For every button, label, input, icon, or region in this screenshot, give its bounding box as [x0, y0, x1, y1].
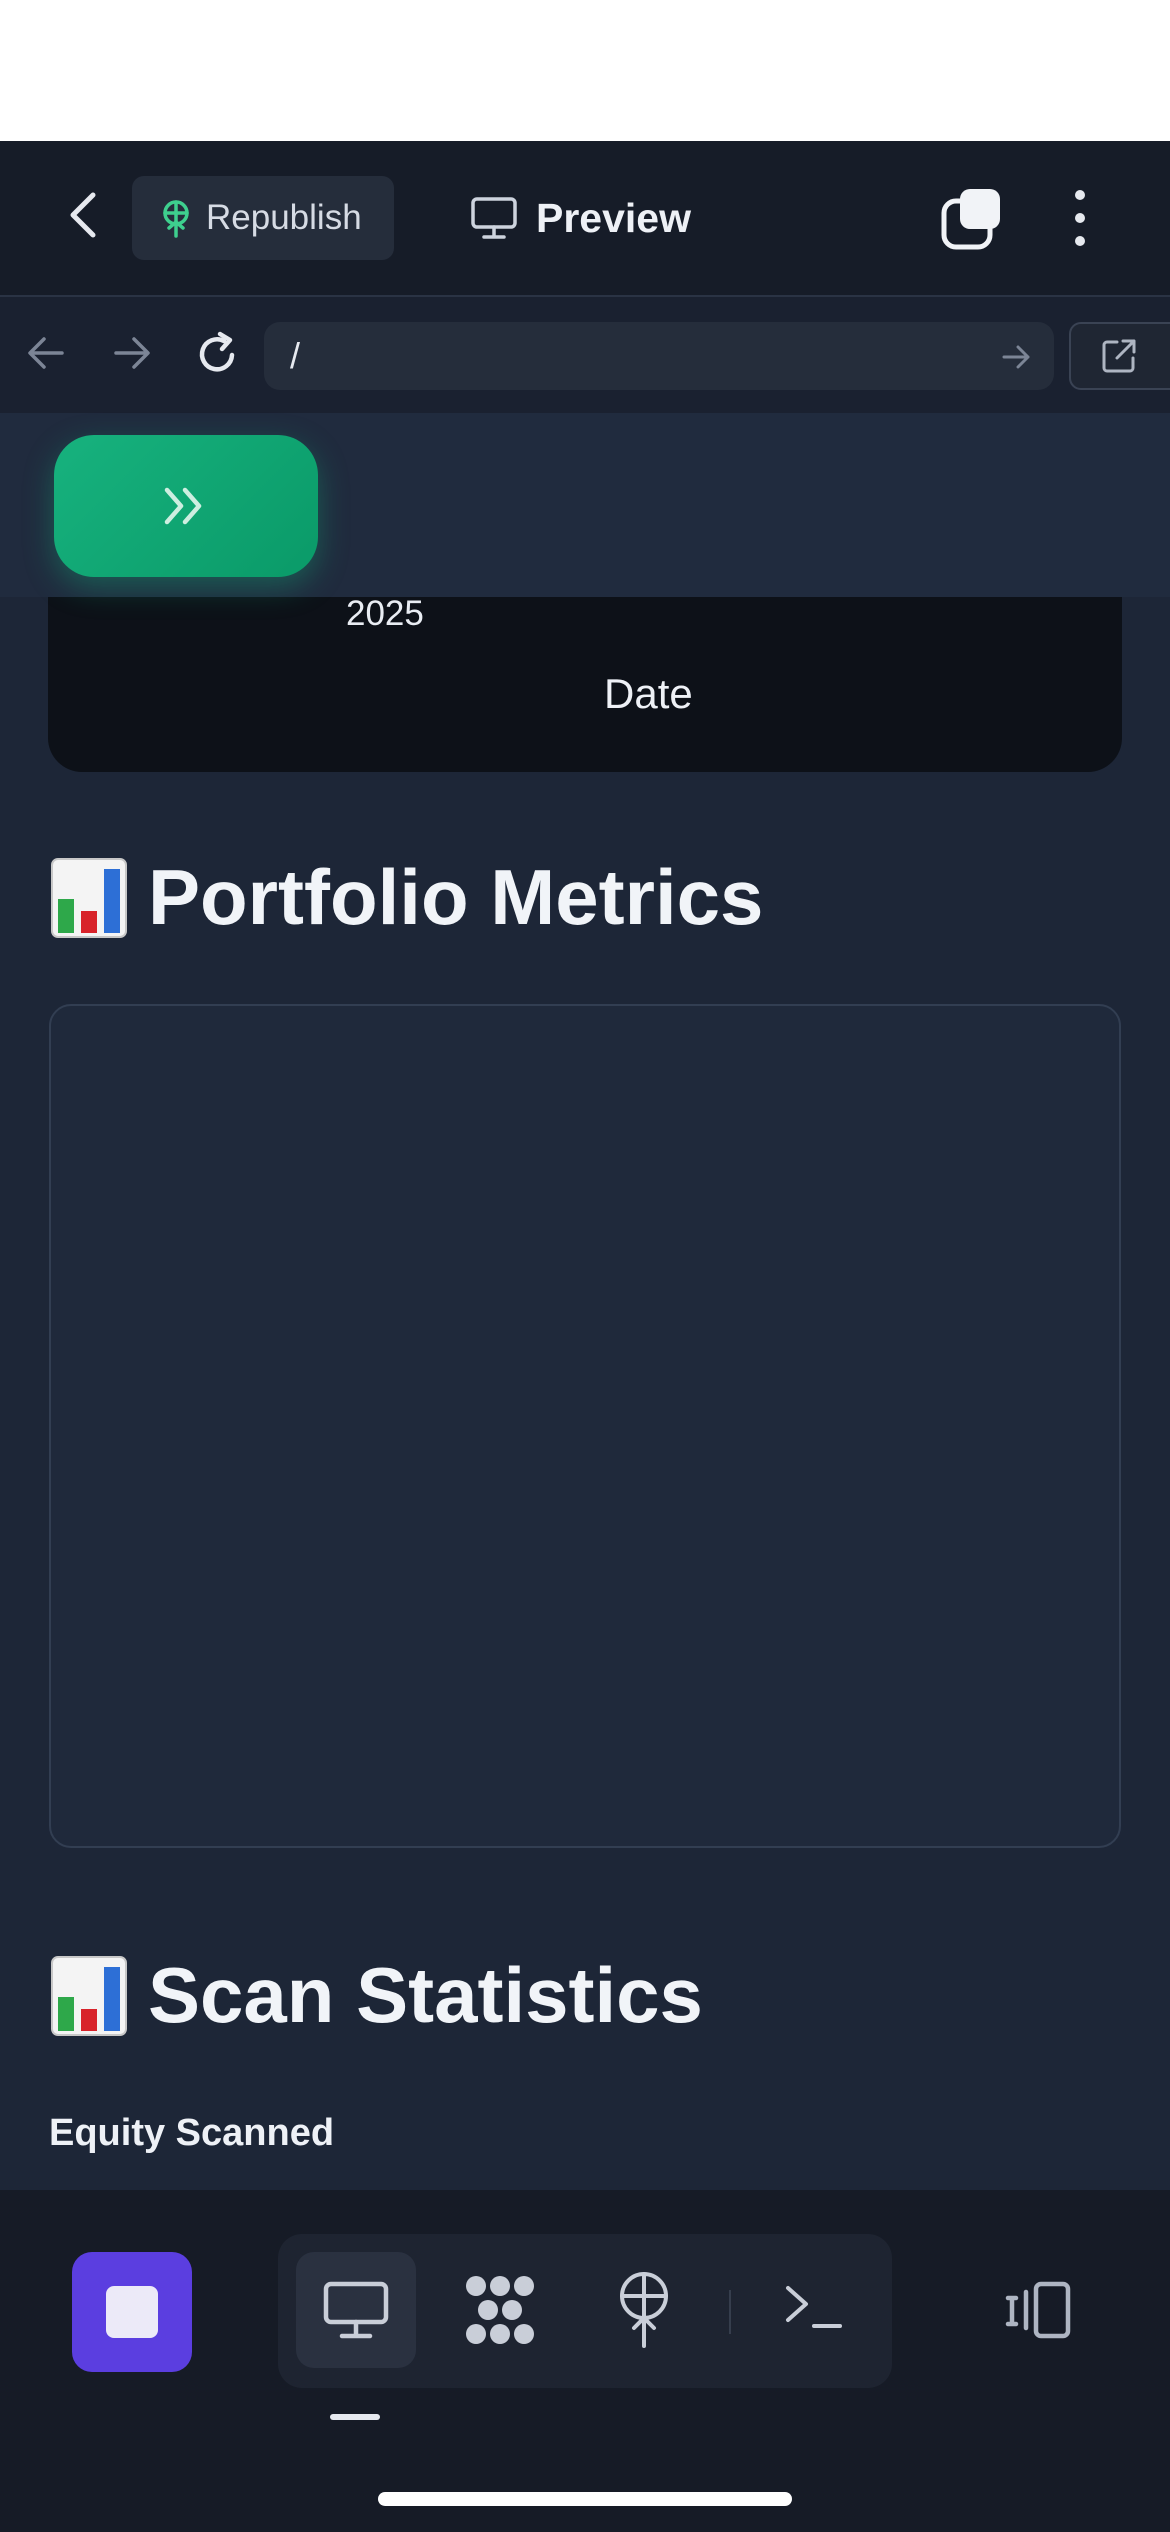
- portfolio-metrics-card: [49, 1004, 1121, 1848]
- home-indicator[interactable]: [378, 2492, 792, 2506]
- url-go-arrow-icon[interactable]: [1000, 340, 1034, 374]
- dock-tab-deploy-icon[interactable]: [614, 2270, 674, 2350]
- back-arrow-icon[interactable]: [55, 185, 115, 245]
- wifi-icon: [931, 57, 985, 95]
- browser-forward-icon[interactable]: [110, 331, 154, 375]
- x-axis-tick-label: 2025: [346, 594, 424, 633]
- dock-active-indicator: [330, 2414, 380, 2420]
- reload-icon[interactable]: [192, 330, 242, 380]
- device-layout-icon[interactable]: [1000, 2280, 1072, 2340]
- bar-chart-emoji-icon: [51, 857, 127, 938]
- monitor-icon: [471, 197, 517, 239]
- portfolio-metrics-title: Portfolio Metrics: [148, 853, 764, 941]
- republish-label: Republish: [206, 198, 362, 237]
- sidebar-toggle-button[interactable]: [54, 435, 318, 577]
- x-axis-title: Date: [604, 670, 693, 717]
- status-time: 1:08: [140, 45, 245, 103]
- open-external-button[interactable]: [1069, 322, 1170, 390]
- dock-tab-console-icon[interactable]: [784, 2282, 844, 2332]
- bar-chart-emoji-icon: [51, 1955, 127, 2036]
- dock-divider: [729, 2290, 731, 2334]
- battery-indicator: 70: [1010, 56, 1074, 96]
- chart-card-bottom: [48, 597, 1122, 772]
- preview-tab[interactable]: Preview: [470, 176, 691, 260]
- preview-label: Preview: [536, 194, 691, 241]
- dock-tab-workspace-icon[interactable]: [462, 2272, 538, 2348]
- double-chevron-right-icon: [164, 487, 202, 525]
- external-link-icon: [1102, 339, 1136, 373]
- browser-back-icon[interactable]: [24, 331, 68, 375]
- monitor-icon: [323, 2281, 389, 2339]
- portfolio-metrics-heading: Portfolio Metrics: [50, 852, 763, 943]
- equity-scanned-label: Equity Scanned: [49, 2112, 335, 2154]
- tabs-switcher-icon[interactable]: [940, 185, 1006, 251]
- republish-icon: [163, 200, 189, 238]
- stop-icon: [106, 2286, 158, 2338]
- more-options-icon[interactable]: [1060, 185, 1100, 251]
- republish-button[interactable]: Republish: [132, 176, 394, 260]
- scan-statistics-title: Scan Statistics: [148, 1951, 703, 2039]
- url-input[interactable]: /: [264, 322, 1054, 390]
- scan-statistics-heading: Scan Statistics: [50, 1950, 703, 2041]
